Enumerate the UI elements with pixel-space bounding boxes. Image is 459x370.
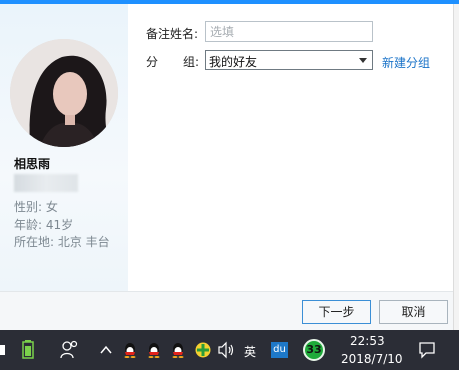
qq-number-blurred <box>14 174 78 192</box>
people-icon[interactable] <box>60 340 78 360</box>
taskbar: 英 du 33 22:53 2018/7/10 <box>0 330 459 370</box>
gender-text: 性别: 女 <box>14 200 58 214</box>
chevron-down-icon <box>359 58 367 63</box>
clock-time[interactable]: 22:53 <box>350 334 385 348</box>
qq-penguin-icon[interactable] <box>123 342 137 358</box>
profile-panel: 相思雨 性别: 女 年龄: 41岁 所在地: 北京 丰台 <box>0 4 128 291</box>
group-select-value: 我的好友 <box>209 55 258 69</box>
qq-penguin-icon[interactable] <box>171 342 185 358</box>
group-label-part2: 组: <box>183 55 200 69</box>
group-select[interactable]: 我的好友 <box>205 50 373 70</box>
clock-date[interactable]: 2018/7/10 <box>341 352 403 366</box>
qq-penguin-icon[interactable] <box>147 342 161 358</box>
age-text: 年龄: 41岁 <box>14 218 74 232</box>
notification-center-icon[interactable] <box>418 340 436 360</box>
nickname: 相思雨 <box>14 157 51 171</box>
baidu-input-icon[interactable]: du <box>271 342 288 358</box>
chevron-up-icon[interactable] <box>99 340 113 360</box>
window-right-edge <box>453 4 459 330</box>
partial-taskbar-icon[interactable] <box>0 340 6 360</box>
location-text: 所在地: 北京 丰台 <box>14 235 110 249</box>
add-friend-dialog: 相思雨 性别: 女 年龄: 41岁 所在地: 北京 丰台 备注姓名: 分 组: … <box>0 0 459 331</box>
security-icon[interactable] <box>195 340 212 360</box>
next-button[interactable]: 下一步 <box>302 300 371 324</box>
volume-icon[interactable] <box>217 340 235 360</box>
remark-name-input[interactable] <box>205 21 373 42</box>
battery-icon[interactable] <box>22 340 34 360</box>
new-group-link[interactable]: 新建分组 <box>382 54 430 71</box>
cancel-button[interactable]: 取消 <box>379 300 448 324</box>
avatar <box>10 39 118 147</box>
ime-language-indicator[interactable]: 英 <box>244 343 256 360</box>
remark-name-label: 备注姓名: <box>146 27 199 41</box>
notification-count-badge[interactable]: 33 <box>303 339 325 361</box>
group-label-part1: 分 <box>146 55 159 69</box>
